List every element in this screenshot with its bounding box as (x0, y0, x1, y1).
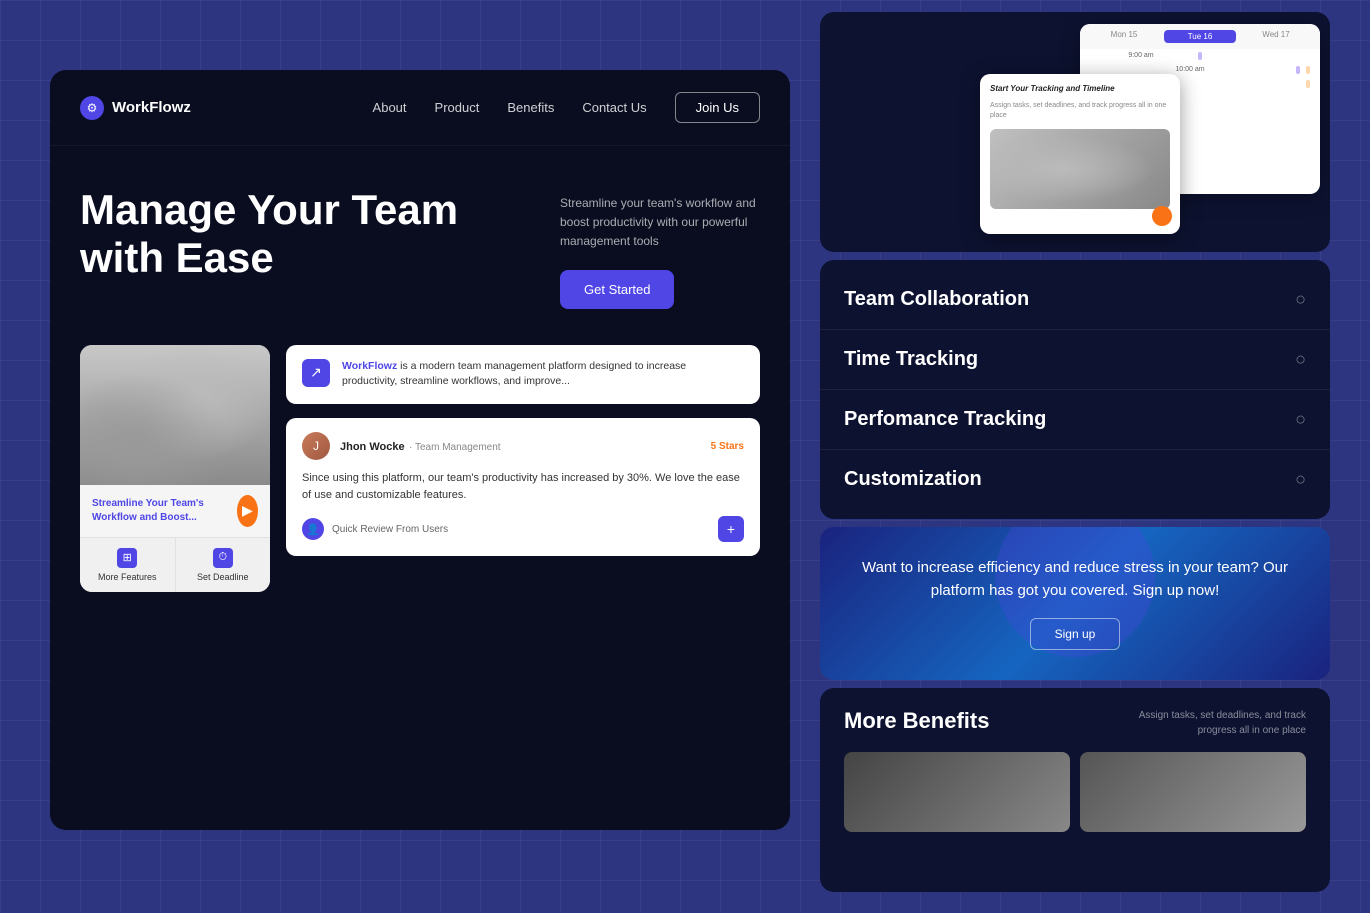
add-review-button[interactable]: + (718, 516, 744, 542)
cal-day-3: Wed 17 (1242, 30, 1310, 43)
set-deadline-button[interactable]: ⏱ Set Deadline (176, 538, 271, 592)
feature-icon-1: ○ (1295, 289, 1306, 310)
task-card-image-inner (990, 129, 1170, 209)
cards-area: Streamline Your Team's Workflow and Boos… (50, 329, 790, 612)
right-panel: Mon 15 Tue 16 Wed 17 9:00 am 10:00 am 11… (820, 12, 1330, 892)
feature-performance-tracking[interactable]: Perfomance Tracking ○ (820, 390, 1330, 450)
hands-illustration (80, 345, 270, 485)
task-card-text: Assign tasks, set deadlines, and track p… (990, 101, 1170, 121)
info-card: ↗ WorkFlowz is a modern team management … (286, 345, 760, 405)
reviewer-avatar: J (302, 432, 330, 460)
cal-event-3 (1306, 66, 1310, 74)
nav-benefits[interactable]: Benefits (507, 100, 554, 115)
hero-left: Manage Your Team with Ease (80, 186, 540, 283)
benefit-image-2 (1080, 752, 1306, 832)
card-image (80, 345, 270, 485)
cal-cell-4: 10:00 am (1090, 66, 1290, 74)
logo[interactable]: ⚙ WorkFlowz (80, 96, 191, 120)
dashboard-preview: Mon 15 Tue 16 Wed 17 9:00 am 10:00 am 11… (980, 24, 1320, 234)
card-bottom-text: Streamline Your Team's Workflow and Boos… (92, 497, 237, 525)
nav-about[interactable]: About (373, 100, 407, 115)
benefits-title: More Benefits (844, 708, 989, 734)
task-card-image (990, 129, 1170, 209)
benefits-section: More Benefits Assign tasks, set deadline… (820, 688, 1330, 892)
card-bottom: Streamline Your Team's Workflow and Boos… (80, 485, 270, 537)
benefits-subtitle: Assign tasks, set deadlines, and track p… (1126, 708, 1306, 738)
hero-section: Manage Your Team with Ease Streamline yo… (50, 146, 790, 329)
feature-customization[interactable]: Customization ○ (820, 450, 1330, 509)
cal-day-2: Tue 16 (1164, 30, 1236, 43)
navbar: ⚙ WorkFlowz About Product Benefits Conta… (50, 70, 790, 146)
nav-links: About Product Benefits Contact Us (373, 100, 647, 115)
calendar-header: Mon 15 Tue 16 Wed 17 (1080, 24, 1320, 49)
dashboard-preview-card: Mon 15 Tue 16 Wed 17 9:00 am 10:00 am 11… (820, 12, 1330, 252)
feature-time-tracking[interactable]: Time Tracking ○ (820, 330, 1330, 390)
cta-text: Want to increase efficiency and reduce s… (848, 557, 1302, 602)
signup-button[interactable]: Sign up (1030, 618, 1121, 650)
cta-section: Want to increase efficiency and reduce s… (820, 527, 1330, 680)
card-buttons-row: ⊞ More Features ⏱ Set Deadline (80, 537, 270, 592)
cal-event-1 (1198, 52, 1202, 60)
feature-label-3: Perfomance Tracking (844, 408, 1046, 431)
cal-event-4 (1306, 80, 1310, 88)
feature-icon-3: ○ (1295, 409, 1306, 430)
benefits-images (844, 752, 1306, 832)
info-text: WorkFlowz is a modern team management pl… (342, 359, 744, 391)
task-card: Start Your Tracking and Timeline Assign … (980, 74, 1180, 234)
card-bottom-row: Streamline Your Team's Workflow and Boos… (92, 495, 258, 527)
feature-team-collaboration[interactable]: Team Collaboration ○ (820, 270, 1330, 330)
task-card-title: Start Your Tracking and Timeline (990, 84, 1170, 93)
cal-cell-12 (1241, 94, 1310, 101)
deadline-icon: ⏱ (213, 548, 233, 568)
cal-event-2 (1296, 66, 1300, 74)
nav-product[interactable]: Product (435, 100, 480, 115)
review-card: J Jhon Wocke · Team Management 5 Stars S… (286, 418, 760, 556)
get-started-button[interactable]: Get Started (560, 270, 674, 309)
left-panel: ⚙ WorkFlowz About Product Benefits Conta… (50, 70, 790, 830)
feature-icon-4: ○ (1295, 469, 1306, 490)
feature-label-4: Customization (844, 468, 982, 491)
features-section: Team Collaboration ○ Time Tracking ○ Per… (820, 260, 1330, 519)
reviewer-tag: · Team Management (409, 442, 501, 453)
stars-label: 5 Stars (711, 441, 744, 452)
hero-title: Manage Your Team with Ease (80, 186, 540, 283)
logo-text: WorkFlowz (112, 99, 191, 116)
benefits-header: More Benefits Assign tasks, set deadline… (844, 708, 1306, 738)
features-icon: ⊞ (117, 548, 137, 568)
card-right: ↗ WorkFlowz is a modern team management … (286, 345, 760, 592)
feature-label-2: Time Tracking (844, 348, 978, 371)
reviewer-info: Jhon Wocke · Team Management (340, 437, 501, 455)
reviewer-row: J Jhon Wocke · Team Management 5 Stars (302, 432, 744, 460)
review-footer: 👤 Quick Review From Users + (302, 516, 744, 542)
hero-right: Streamline your team's workflow and boos… (540, 186, 760, 309)
cal-cell-8 (1198, 80, 1300, 88)
feature-label-1: Team Collaboration (844, 288, 1029, 311)
cal-day-1: Mon 15 (1090, 30, 1158, 43)
task-card-dot (1152, 206, 1172, 226)
orange-circle-icon: ▶ (237, 495, 258, 527)
review-text: Since using this platform, our team's pr… (302, 470, 744, 504)
benefit-image-1 (844, 752, 1070, 832)
nav-contact[interactable]: Contact Us (582, 100, 646, 115)
review-footer-left: 👤 Quick Review From Users (302, 518, 448, 540)
more-features-button[interactable]: ⊞ More Features (80, 538, 176, 592)
info-icon: ↗ (302, 359, 330, 387)
cal-row-1: 9:00 am (1080, 49, 1320, 63)
logo-icon: ⚙ (80, 96, 104, 120)
user-icon: 👤 (302, 518, 324, 540)
join-us-button[interactable]: Join Us (675, 92, 760, 123)
cal-cell-1: 9:00 am (1090, 52, 1192, 60)
reviewer-name: Jhon Wocke (340, 441, 405, 453)
cal-cell-3 (1208, 52, 1310, 60)
feature-icon-2: ○ (1295, 349, 1306, 370)
hero-subtitle: Streamline your team's workflow and boos… (560, 194, 760, 252)
card-left: Streamline Your Team's Workflow and Boos… (80, 345, 270, 592)
review-footer-text: Quick Review From Users (332, 524, 448, 535)
